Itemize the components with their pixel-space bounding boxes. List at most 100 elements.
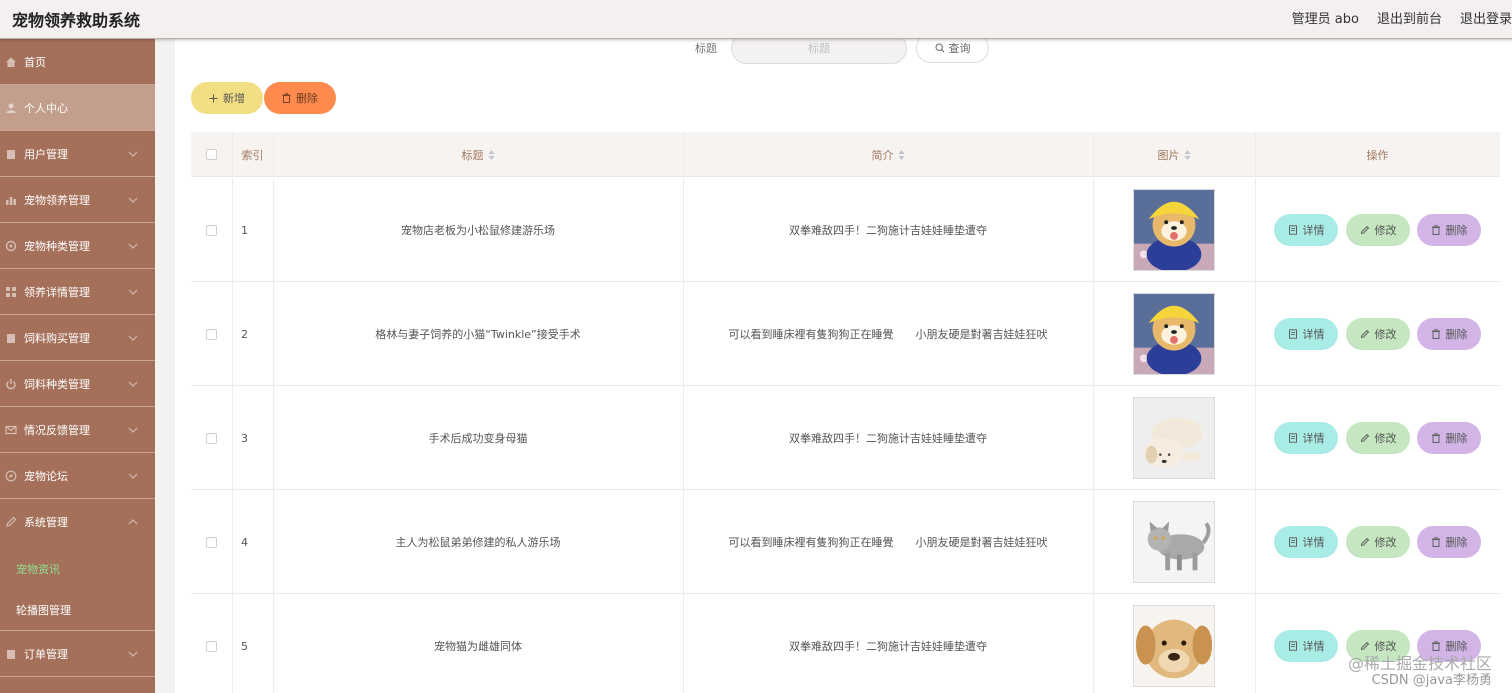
delete-button-label: 删除	[1445, 224, 1468, 237]
edit-icon	[1360, 641, 1369, 651]
row-title: 宠物猫为雌雄同体	[434, 640, 522, 653]
pet-image	[1133, 293, 1215, 375]
to-front-link[interactable]: 退出到前台	[1377, 8, 1442, 27]
sidebar-item-feed-purchase[interactable]: 饲料购买管理	[0, 315, 155, 361]
sidebar-item-system[interactable]: 系统管理	[0, 499, 155, 545]
clipboard-icon	[7, 333, 15, 343]
trash-icon	[1431, 433, 1440, 443]
home-icon	[6, 57, 16, 67]
edit-button[interactable]: 修改	[1346, 318, 1410, 350]
row-index: 4	[241, 535, 248, 549]
clipboard-icon	[7, 649, 15, 659]
delete-button[interactable]: 删除	[1417, 526, 1481, 558]
chevron-down-icon	[128, 289, 138, 295]
chevron-down-icon	[128, 651, 138, 657]
edit-button[interactable]: 修改	[1346, 526, 1410, 558]
logout-link[interactable]: 退出登录	[1460, 8, 1512, 27]
submenu-item-label: 宠物资讯	[16, 563, 60, 576]
sidebar-item-home[interactable]: 首页	[0, 39, 155, 85]
sidebar-item-adoption-details[interactable]: 领养详情管理	[0, 269, 155, 315]
row-checkbox[interactable]	[206, 536, 217, 548]
sidebar-item-profile[interactable]: 个人中心	[0, 85, 155, 131]
sidebar-item-label: 首页	[24, 55, 46, 69]
pet-image	[1133, 605, 1215, 687]
sidebar-item-users[interactable]: 用户管理	[0, 131, 155, 177]
row-image-cell	[1093, 282, 1255, 386]
sidebar-item-forum[interactable]: 宠物论坛	[0, 453, 155, 499]
sidebar-item-label: 领养详情管理	[24, 285, 90, 299]
delete-button[interactable]: 删除	[1417, 422, 1481, 454]
sidebar-item-label: 情况反馈管理	[24, 423, 90, 437]
search-icon	[934, 43, 944, 53]
detail-button[interactable]: 详情	[1274, 214, 1338, 246]
row-image-cell	[1093, 594, 1255, 693]
row-summary: 双拳难敌四手！二狗施计吉娃娃睡垫遭夺	[789, 640, 987, 653]
row-summary: 双拳难敌四手！二狗施计吉娃娃睡垫遭夺	[789, 224, 987, 237]
header-index-label: 索引	[241, 148, 264, 162]
header-image[interactable]: 图片	[1093, 132, 1255, 177]
sidebar-item-label: 个人中心	[24, 101, 68, 115]
delete-button[interactable]: 删除	[1417, 318, 1481, 350]
delete-button-label: 删除	[1445, 328, 1468, 341]
row-select-cell	[191, 386, 232, 490]
header-title[interactable]: 标题	[273, 132, 683, 177]
divider	[1255, 490, 1256, 594]
edit-icon	[1360, 225, 1369, 235]
delete-button[interactable]: 删除	[1417, 214, 1481, 246]
divider	[1255, 178, 1256, 282]
sidebar-item-feedback[interactable]: 情况反馈管理	[0, 407, 155, 453]
detail-button-label: 详情	[1302, 224, 1325, 237]
watermark-line-2: CSDN @java李杨勇	[1371, 673, 1492, 688]
batch-delete-button[interactable]: 删除	[264, 82, 336, 114]
sidebar-item-pet-types[interactable]: 宠物种类管理	[0, 223, 155, 269]
batch-delete-label: 删除	[296, 92, 318, 105]
row-checkbox[interactable]	[206, 224, 217, 236]
row-image-cell	[1093, 178, 1255, 282]
sidebar-item-orders[interactable]: 订单管理	[0, 631, 155, 677]
detail-button[interactable]: 详情	[1274, 422, 1338, 454]
detail-button[interactable]: 详情	[1274, 318, 1338, 350]
header-summary[interactable]: 简介	[683, 132, 1093, 177]
detail-button[interactable]: 详情	[1274, 526, 1338, 558]
detail-button[interactable]: 详情	[1274, 630, 1338, 662]
pet-image	[1133, 501, 1215, 583]
select-all-checkbox[interactable]	[206, 149, 217, 160]
row-title: 格林与妻子饲养的小猫“Twinkle”接受手术	[375, 328, 581, 341]
row-image-cell	[1093, 490, 1255, 594]
delete-button-label: 删除	[1445, 640, 1468, 653]
table-header: 索引 标题 简介 图片 操作	[191, 132, 1500, 177]
chevron-up-icon	[128, 519, 138, 525]
chevron-down-icon	[128, 243, 138, 249]
detail-button-label: 详情	[1302, 432, 1325, 445]
add-button[interactable]: 新增	[191, 82, 263, 114]
sidebar-item-feed-types[interactable]: 饲料种类管理	[0, 361, 155, 407]
header-index: 索引	[232, 132, 273, 177]
row-checkbox[interactable]	[206, 640, 217, 652]
row-title: 主人为松鼠弟弟修建的私人游乐场	[395, 536, 561, 549]
mail-icon	[5, 425, 17, 434]
row-checkbox[interactable]	[206, 432, 217, 444]
edit-button-label: 修改	[1374, 536, 1397, 549]
submenu-item-carousel[interactable]: 轮播图管理	[0, 590, 155, 630]
table-row: 2 格林与妻子饲养的小猫“Twinkle”接受手术 可以看到睡床裡有隻狗狗正在睡覺 …	[191, 282, 1500, 386]
edit-button[interactable]: 修改	[1346, 214, 1410, 246]
row-select-cell	[191, 178, 232, 282]
table-row: 4 主人为松鼠弟弟修建的私人游乐场 可以看到睡床裡有隻狗狗正在睡覺 小朋友硬是對著吉…	[191, 490, 1500, 594]
document-icon	[1288, 225, 1297, 235]
edit-button[interactable]: 修改	[1346, 422, 1410, 454]
submenu-item-pet-news[interactable]: 宠物资讯	[0, 549, 155, 589]
delete-button-label: 删除	[1445, 536, 1468, 549]
chevron-down-icon	[128, 381, 138, 387]
sidebar-item-adoption[interactable]: 宠物领养管理	[0, 177, 155, 223]
sidebar-item-label: 饲料种类管理	[24, 377, 90, 391]
document-icon	[1288, 329, 1297, 339]
row-summary: 可以看到睡床裡有隻狗狗正在睡覺 小朋友硬是對著吉娃娃狂吠	[728, 328, 1048, 341]
header-select-all	[191, 132, 232, 177]
clipboard-icon	[7, 149, 15, 159]
chevron-down-icon	[128, 473, 138, 479]
row-title: 宠物店老板为小松鼠修建游乐场	[401, 224, 555, 237]
header-image-label: 图片	[1157, 148, 1180, 162]
edit-icon	[6, 516, 17, 527]
trash-icon	[1431, 329, 1440, 339]
row-checkbox[interactable]	[206, 328, 217, 340]
